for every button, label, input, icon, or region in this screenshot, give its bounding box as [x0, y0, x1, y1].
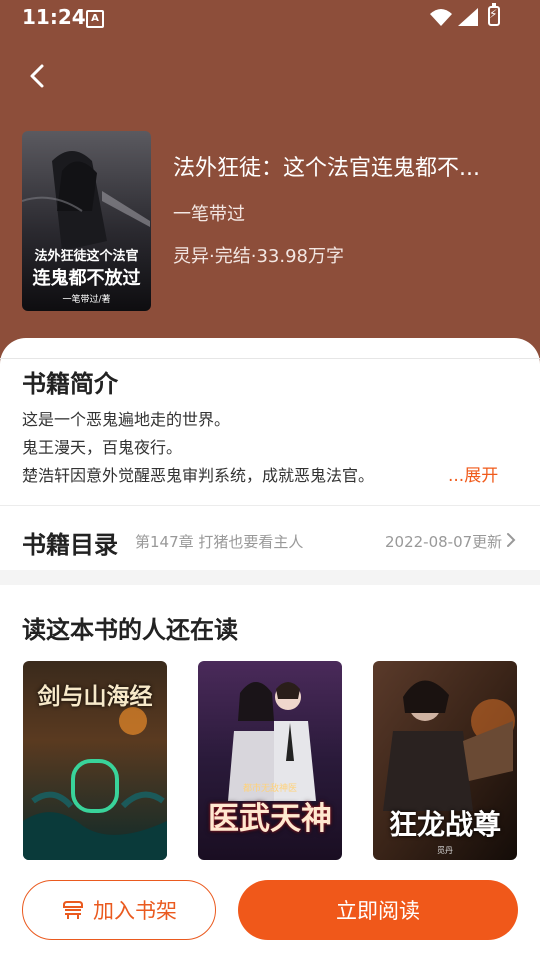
- latest-chapter: 第147章 打猪也要看主人: [135, 533, 304, 551]
- divider: [0, 505, 540, 506]
- recommended-book-2[interactable]: 都市无敌神医 医武天神: [198, 661, 342, 860]
- intro-heading: 书籍简介: [22, 370, 118, 398]
- rec-book-3-author: 觅丹: [437, 846, 453, 855]
- section-gap: [0, 570, 540, 585]
- recommended-book-1[interactable]: 剑与山海经: [23, 661, 167, 860]
- chevron-right-icon: [507, 533, 516, 547]
- book-cover: 法外狂徒这个法官 连鬼都不放过 一笔带过/著: [22, 131, 151, 311]
- book-title: 法外狂徒：这个法官连鬼都不...: [173, 156, 480, 181]
- read-now-button[interactable]: 立即阅读: [238, 880, 518, 940]
- rec-book-3-title: 狂龙战尊: [388, 808, 501, 841]
- add-to-shelf-button[interactable]: 加入书架: [22, 880, 216, 940]
- intro-line-1: 这是一个恶鬼遍地走的世界。: [22, 410, 231, 429]
- cover-title-line1: 法外狂徒这个法官: [34, 249, 139, 264]
- status-time: 11:24: [22, 5, 86, 29]
- read-now-label: 立即阅读: [336, 899, 420, 923]
- cover-title-line2: 连鬼都不放过: [32, 268, 141, 289]
- cover-author: 一笔带过/著: [62, 295, 111, 305]
- add-to-shelf-label: 加入书架: [93, 899, 177, 923]
- rec-book-1-title: 剑与山海经: [37, 683, 153, 710]
- status-bar: 11:24 A: [0, 0, 540, 34]
- rec-book-2-title: 医武天神: [208, 801, 332, 837]
- intro-line-2: 鬼王漫天，百鬼夜行。: [22, 438, 183, 457]
- back-icon[interactable]: [22, 60, 54, 92]
- update-date: 2022-08-07更新: [385, 533, 503, 551]
- recommended-book-3[interactable]: 狂龙战尊 觅丹: [373, 661, 517, 860]
- catalog-heading: 书籍目录: [22, 531, 118, 559]
- bookshelf-icon: [63, 901, 83, 919]
- expand-button[interactable]: ...展开: [448, 461, 498, 486]
- also-reading-heading: 读这本书的人还在读: [22, 616, 238, 644]
- divider: [0, 358, 540, 359]
- a-icon: A: [86, 10, 104, 28]
- book-author[interactable]: 一笔带过: [173, 200, 245, 226]
- book-meta: 灵异·完结·33.98万字: [173, 246, 344, 267]
- intro-line-3: 楚浩轩因意外觉醒恶鬼审判系统，成就恶鬼法官。: [22, 466, 375, 485]
- battery-icon: [488, 3, 500, 26]
